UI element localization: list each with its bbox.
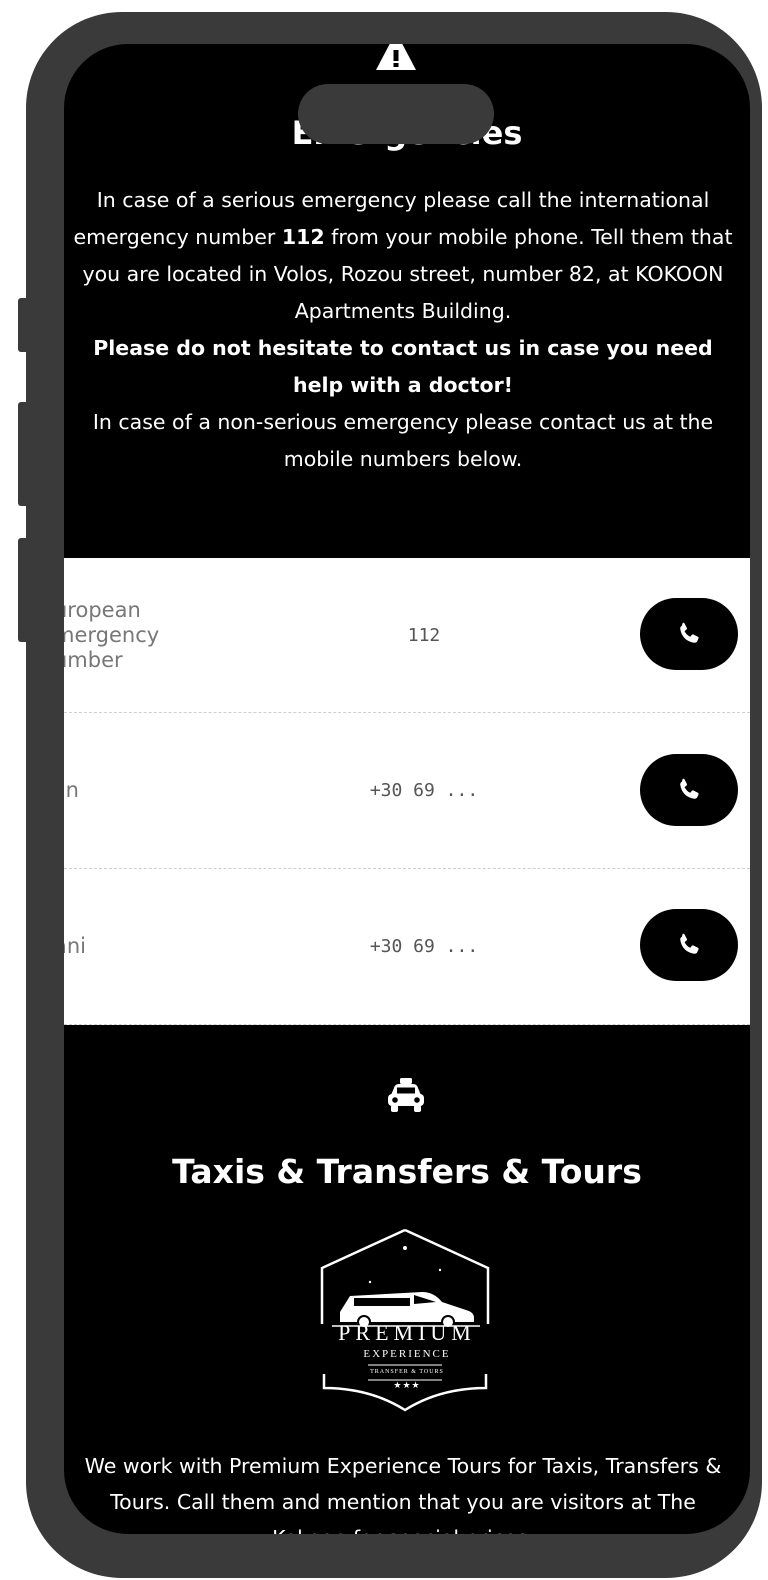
phone-icon — [680, 933, 699, 954]
contact-number: 112 — [407, 624, 441, 646]
emergency-number-inline: 112 — [281, 225, 325, 249]
taxis-title: Taxis & Transfers & Tours — [172, 1152, 642, 1191]
doctor-help-note: Please do not hesitate to contact us in … — [93, 336, 713, 397]
car-icon — [388, 1078, 424, 1112]
contact-row: uropean mergency umber 112 — [64, 558, 750, 713]
contact-name: lin — [64, 778, 79, 802]
logo-stars: ★★★ — [393, 1380, 421, 1390]
contact-name: ani — [64, 934, 87, 958]
warning-icon — [376, 44, 416, 70]
contact-number: +30 69 ... — [369, 780, 479, 801]
contact-name: uropean mergency umber — [64, 597, 160, 672]
call-button[interactable] — [640, 754, 738, 826]
contact-list: uropean mergency umber 112 lin +30 69 ..… — [64, 558, 750, 1025]
call-button[interactable] — [640, 598, 738, 670]
emergencies-text: In case of a serious emergency please ca… — [72, 182, 734, 478]
logo-line-1: PREMIUM — [338, 1320, 476, 1345]
contact-row: lin +30 69 ... — [64, 713, 750, 869]
logo-line-3: TRANSFER & TOURS — [370, 1369, 444, 1375]
taxis-description: We work with Premium Experience Tours fo… — [84, 1454, 722, 1534]
call-button[interactable] — [640, 909, 738, 981]
phone-icon — [680, 778, 699, 799]
phone-screen: Emergencies In case of a serious emergen… — [64, 44, 750, 1534]
dynamic-island — [298, 84, 494, 144]
logo-line-2: EXPERIENCE — [363, 1348, 451, 1360]
non-serious-note: In case of a non-serious emergency pleas… — [92, 410, 714, 471]
phone-icon — [680, 622, 699, 643]
contact-row: ani +30 69 ... — [64, 869, 750, 1025]
contact-number: +30 69 ... — [369, 936, 479, 957]
